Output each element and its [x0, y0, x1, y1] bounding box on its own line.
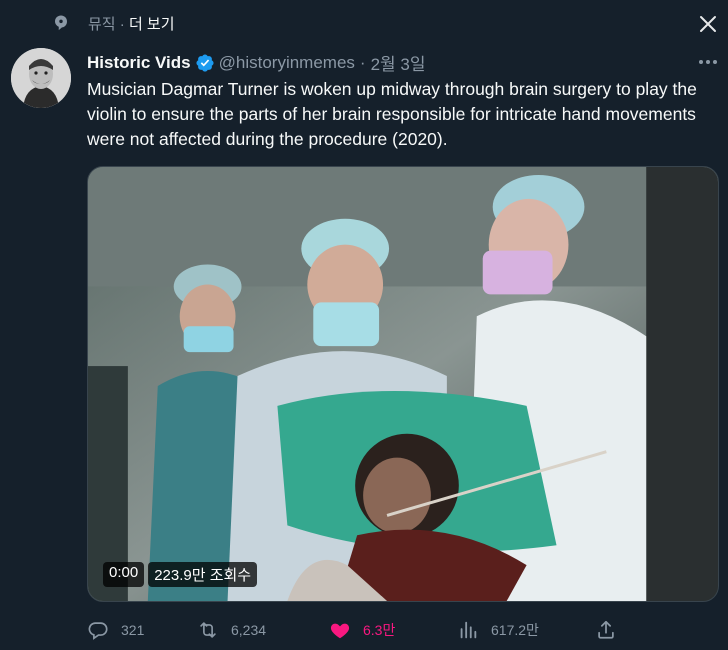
retweet-count: 6,234: [231, 622, 267, 638]
like-count: 6.3만: [363, 622, 396, 638]
like-button[interactable]: 6.3만: [329, 612, 395, 648]
topic-more-link[interactable]: 더 보기: [129, 16, 175, 33]
video-view-count: 223.9만 조회수: [148, 562, 258, 587]
share-button[interactable]: [595, 612, 617, 648]
video-thumbnail: [88, 167, 718, 601]
close-icon: [700, 16, 716, 32]
views-icon: [460, 621, 477, 639]
reply-count: 321: [121, 622, 145, 638]
video-player[interactable]: [87, 166, 719, 602]
tweet-date[interactable]: 2월 3일: [371, 50, 426, 75]
header-separator: ·: [359, 52, 366, 72]
reply-button[interactable]: 321: [87, 612, 144, 648]
topic-bar: 뮤직 · 더 보기: [0, 0, 728, 46]
tweet-text: Musician Dagmar Turner is woken up midwa…: [87, 79, 697, 149]
reply-icon: [88, 622, 108, 640]
more-options-button[interactable]: [694, 52, 722, 72]
views-count: 617.2만: [491, 622, 539, 638]
tweet-header: Historic Vids @historyinmemes · 2월 3일: [87, 50, 688, 75]
topic-icon: [55, 15, 67, 31]
video-overlay: 0:00 223.9만 조회수: [103, 562, 258, 587]
close-button[interactable]: [694, 10, 722, 38]
display-name[interactable]: Historic Vids: [87, 53, 191, 73]
retweet-icon: [200, 622, 216, 638]
topic-separator: ·: [119, 16, 125, 33]
views-button[interactable]: 617.2만: [457, 612, 539, 648]
video-timestamp: 0:00: [103, 562, 145, 587]
verified-badge-icon: [196, 53, 214, 72]
avatar-image: [11, 48, 71, 108]
heart-icon: [330, 623, 350, 639]
avatar[interactable]: [11, 48, 71, 108]
more-icon: [699, 60, 717, 64]
retweet-button[interactable]: 6,234: [197, 612, 266, 648]
share-icon: [598, 620, 614, 639]
topic-name: 뮤직: [88, 16, 116, 33]
action-bar: 321 6,234 6.3만 617.2만: [87, 612, 719, 648]
topic-label[interactable]: 뮤직 · 더 보기: [88, 13, 175, 34]
handle[interactable]: @historyinmemes: [219, 53, 355, 73]
